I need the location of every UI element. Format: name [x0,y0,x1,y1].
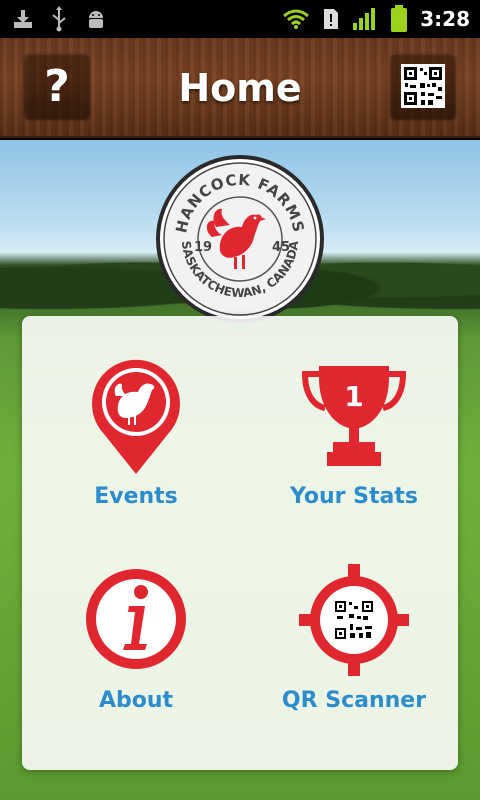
about-button[interactable]: About [36,564,236,764]
wifi-icon [283,9,310,29]
qr-header-button[interactable] [390,53,456,119]
usb-icon [52,6,66,32]
android-debug-icon [89,11,103,28]
logo-year-right: 45 [272,240,290,255]
events-label: Events [94,484,178,509]
signal-icon [353,8,376,30]
app-header: ? Home [0,38,480,138]
events-button[interactable]: Events [36,356,236,556]
sim-alert-icon [324,9,339,29]
status-time: 3:28 [420,7,470,31]
qr-scanner-label: QR Scanner [281,688,427,713]
info-icon [86,569,186,669]
qr-scanner-button[interactable]: QR Scanner [254,564,454,764]
qr-target-icon [299,564,409,676]
status-bar: 3:28 [0,0,480,38]
logo-year-left: 19 [194,240,212,255]
home-menu-panel: Events 1 Your Stats About QR Scanner [22,316,458,770]
about-label: About [98,688,174,713]
battery-icon [391,5,408,32]
svg-text:1: 1 [344,380,363,413]
trophy-icon: 1 [301,366,407,466]
rooster-pin-icon [92,359,180,474]
hancock-farms-logo: HANCOCK FARMS SASKATCHEWAN, CANADA 19 45 [156,155,324,323]
your-stats-button[interactable]: 1 Your Stats [254,356,454,556]
download-icon [14,10,32,28]
your-stats-label: Your Stats [289,484,418,509]
qr-code-icon [401,64,445,108]
